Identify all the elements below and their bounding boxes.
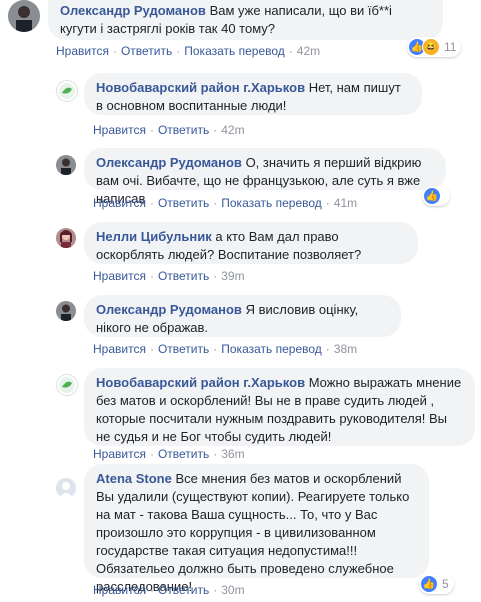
comment-author[interactable]: Нелли Цибульник (96, 229, 212, 244)
comment-actions: Нравится · Ответить · 39m (93, 269, 245, 283)
like-icon: 👍 (420, 575, 438, 593)
comment-actions: Нравится · Ответить · Показать перевод · 38m (93, 342, 358, 356)
avatar[interactable] (8, 0, 40, 32)
comment-time[interactable]: 36m (221, 447, 244, 461)
district-logo-icon (59, 83, 75, 99)
like-link[interactable]: Нравится (56, 44, 109, 58)
person-avatar-icon (56, 155, 76, 175)
avatar[interactable] (56, 228, 76, 248)
comment-bubble: Нелли Цибульник а кто Вам дал право оско… (84, 222, 418, 264)
comment-actions: Нравится · Ответить · Показать перевод · 42m (56, 44, 321, 58)
reaction-count: 5 (442, 577, 449, 591)
comment-time[interactable]: 38m (334, 342, 357, 356)
comment-text: Все мнения без матов и оскорблений Вы уд… (96, 471, 410, 594)
reply-link[interactable]: Ответить (158, 196, 209, 210)
avatar[interactable] (56, 301, 76, 321)
default-profile-icon (56, 478, 76, 498)
reply-link[interactable]: Ответить (158, 269, 209, 283)
like-link[interactable]: Нравится (93, 447, 146, 461)
person-avatar-icon (56, 301, 76, 321)
translate-link[interactable]: Показать перевод (221, 196, 322, 210)
avatar[interactable] (56, 155, 76, 175)
avatar[interactable] (56, 478, 76, 498)
haha-icon: 😆 (422, 38, 440, 56)
comment-bubble: Atena Stone Все мнения без матов и оскор… (84, 464, 429, 594)
reply-link[interactable]: Ответить (158, 123, 209, 137)
reply-link[interactable]: Ответить (158, 447, 209, 461)
reaction-summary[interactable]: 👍 5 (419, 574, 454, 594)
translate-link[interactable]: Показать перевод (221, 342, 322, 356)
translate-link[interactable]: Показать перевод (184, 44, 285, 58)
comment-bubble: Олександр Рудоманов Я висловив оцінку, н… (84, 295, 401, 337)
like-link[interactable]: Нравится (93, 583, 146, 597)
comment-time[interactable]: 42m (221, 123, 244, 137)
comment-author[interactable]: Новобаварский район г.Харьков (96, 80, 305, 95)
comment-author[interactable]: Atena Stone (96, 471, 172, 486)
reply-link[interactable]: Ответить (158, 583, 209, 597)
like-icon: 👍 (423, 187, 441, 205)
comment-author[interactable]: Новобаварский район г.Харьков (96, 375, 305, 390)
like-link[interactable]: Нравится (93, 342, 146, 356)
person-avatar-icon (8, 0, 40, 32)
comment-bubble: Новобаварский район г.Харьков Можно выра… (84, 368, 475, 446)
avatar[interactable] (56, 80, 78, 102)
person-avatar-icon (56, 228, 76, 248)
reply-link[interactable]: Ответить (121, 44, 172, 58)
comment-time[interactable]: 30m (221, 583, 244, 597)
comment-bubble: Новобаварский район г.Харьков Нет, нам п… (84, 73, 422, 115)
comment-author[interactable]: Олександр Рудоманов (60, 3, 206, 18)
comment-bubble: Олександр Рудоманов О, значить я перший … (84, 148, 446, 206)
like-link[interactable]: Нравится (93, 196, 146, 210)
like-link[interactable]: Нравится (93, 269, 146, 283)
comment-time[interactable]: 41m (334, 196, 357, 210)
reaction-summary[interactable]: 👍 (422, 186, 450, 206)
comment-time[interactable]: 42m (297, 44, 320, 58)
reply-link[interactable]: Ответить (158, 342, 209, 356)
comment-actions: Нравится · Ответить · 36m (93, 447, 245, 461)
avatar[interactable] (56, 374, 78, 396)
comment-bubble: Олександр Рудоманов Вам уже написали, що… (48, 0, 443, 40)
comment-time[interactable]: 39m (221, 269, 244, 283)
comment-actions: Нравится · Ответить · Показать перевод · 41m (93, 196, 358, 210)
comment-actions: Нравится · Ответить · 42m (93, 123, 245, 137)
like-link[interactable]: Нравится (93, 123, 146, 137)
comment-author[interactable]: Олександр Рудоманов (96, 155, 242, 170)
reaction-summary[interactable]: 👍 😆 11 (407, 37, 462, 57)
comment-actions: Нравится · Ответить · 30m (93, 583, 245, 597)
district-logo-icon (59, 377, 75, 393)
reaction-count: 11 (444, 40, 457, 54)
comment-author[interactable]: Олександр Рудоманов (96, 302, 242, 317)
